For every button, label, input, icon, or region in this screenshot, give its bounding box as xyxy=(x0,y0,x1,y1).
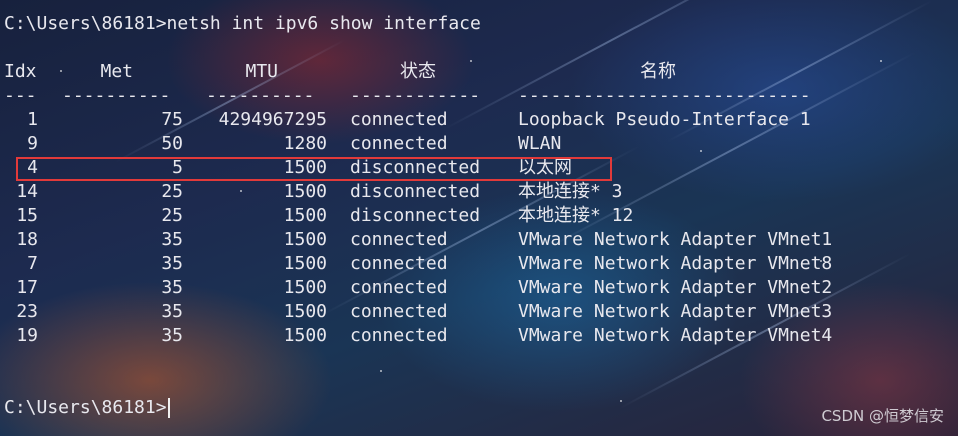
cell-idx: 15 xyxy=(16,205,38,226)
cell-mtu: 1500 xyxy=(283,277,327,298)
separator-met: ---------- xyxy=(62,85,171,106)
separator-idx: --- xyxy=(4,85,37,106)
prompt-line[interactable]: C:\Users\86181> xyxy=(4,396,170,420)
cell-state: connected xyxy=(350,277,448,298)
table-row: 19 35 1500 connected VMware Network Adapter … xyxy=(0,324,958,348)
separator-name: --------------------------- xyxy=(518,85,811,106)
cell-met: 35 xyxy=(161,229,183,250)
table-header: Idx Met MTU 状态 名称 xyxy=(0,60,958,84)
header-state: 状态 xyxy=(400,61,436,82)
cell-met: 35 xyxy=(161,325,183,346)
table-row: 15 25 1500 disconnected 本地连接* 12 xyxy=(0,204,958,228)
table-row: 23 35 1500 connected VMware Network Adapter … xyxy=(0,300,958,324)
cell-mtu: 1500 xyxy=(283,181,327,202)
cell-mtu: 1500 xyxy=(283,253,327,274)
cell-name: VMware Network Adapter VMnet3 xyxy=(518,301,833,322)
cell-met: 75 xyxy=(161,109,183,130)
cell-mtu: 1500 xyxy=(283,301,327,322)
cell-mtu: 1500 xyxy=(283,325,327,346)
header-mtu: MTU xyxy=(245,61,278,82)
cell-met: 50 xyxy=(161,133,183,154)
cell-met: 35 xyxy=(161,253,183,274)
table-row: 17 35 1500 connected VMware Network Adapter … xyxy=(0,276,958,300)
cell-name: Loopback Pseudo-Interface 1 xyxy=(518,109,811,130)
cell-met: 25 xyxy=(161,181,183,202)
cell-name: VMware Network Adapter VMnet1 xyxy=(518,229,833,250)
cell-state: connected xyxy=(350,109,448,130)
header-idx: Idx xyxy=(4,61,37,82)
cell-state: disconnected xyxy=(350,205,481,226)
separator-mtu: ---------- xyxy=(206,85,315,106)
cell-idx: 9 xyxy=(27,133,38,154)
cell-mtu: 1500 xyxy=(283,205,327,226)
cell-idx: 17 xyxy=(16,277,38,298)
header-met: Met xyxy=(100,61,133,82)
cell-mtu: 4294967295 xyxy=(218,109,327,130)
cell-met: 35 xyxy=(161,301,183,322)
cell-mtu: 1280 xyxy=(283,133,327,154)
table-row: 9 50 1280 connected WLAN xyxy=(0,132,958,156)
cell-name: WLAN xyxy=(518,133,562,154)
table-row: 14 25 1500 disconnected 本地连接* 3 xyxy=(0,180,958,204)
cell-name: VMware Network Adapter VMnet4 xyxy=(518,325,833,346)
cell-state: connected xyxy=(350,253,448,274)
cell-idx: 14 xyxy=(16,181,38,202)
header-name: 名称 xyxy=(640,61,676,82)
cell-name: 本地连接* 12 xyxy=(518,205,634,226)
watermark: CSDN @恒梦信安 xyxy=(821,407,944,425)
cell-name: 本地连接* 3 xyxy=(518,181,623,202)
cell-mtu: 1500 xyxy=(283,229,327,250)
separator-state: ------------ xyxy=(350,85,481,106)
cell-idx: 19 xyxy=(16,325,38,346)
table-row: 1 75 4294967295 connected Loopback Pseudo-In… xyxy=(0,108,958,132)
text-cursor xyxy=(167,398,170,418)
cell-state: connected xyxy=(350,301,448,322)
cell-idx: 7 xyxy=(27,253,38,274)
cell-idx: 23 xyxy=(16,301,38,322)
cell-state: connected xyxy=(350,229,448,250)
cell-name: VMware Network Adapter VMnet8 xyxy=(518,253,833,274)
table-separator: --- ---------- ---------- ------------ -… xyxy=(0,84,958,108)
prompt: C:\Users\86181> xyxy=(4,397,167,418)
table-row: 18 35 1500 connected VMware Network Adapter … xyxy=(0,228,958,252)
highlight-box xyxy=(16,157,612,181)
cell-met: 25 xyxy=(161,205,183,226)
cell-state: disconnected xyxy=(350,181,481,202)
cell-name: VMware Network Adapter VMnet2 xyxy=(518,277,833,298)
table-row: 7 35 1500 connected VMware Network Adapter V… xyxy=(0,252,958,276)
cell-met: 35 xyxy=(161,277,183,298)
command-line: C:\Users\86181>netsh int ipv6 show inter… xyxy=(4,13,481,34)
cell-state: connected xyxy=(350,325,448,346)
cell-idx: 1 xyxy=(27,109,38,130)
terminal-window[interactable]: C:\Users\86181>netsh int ipv6 show inter… xyxy=(0,0,958,436)
cell-idx: 18 xyxy=(16,229,38,250)
cell-state: connected xyxy=(350,133,448,154)
